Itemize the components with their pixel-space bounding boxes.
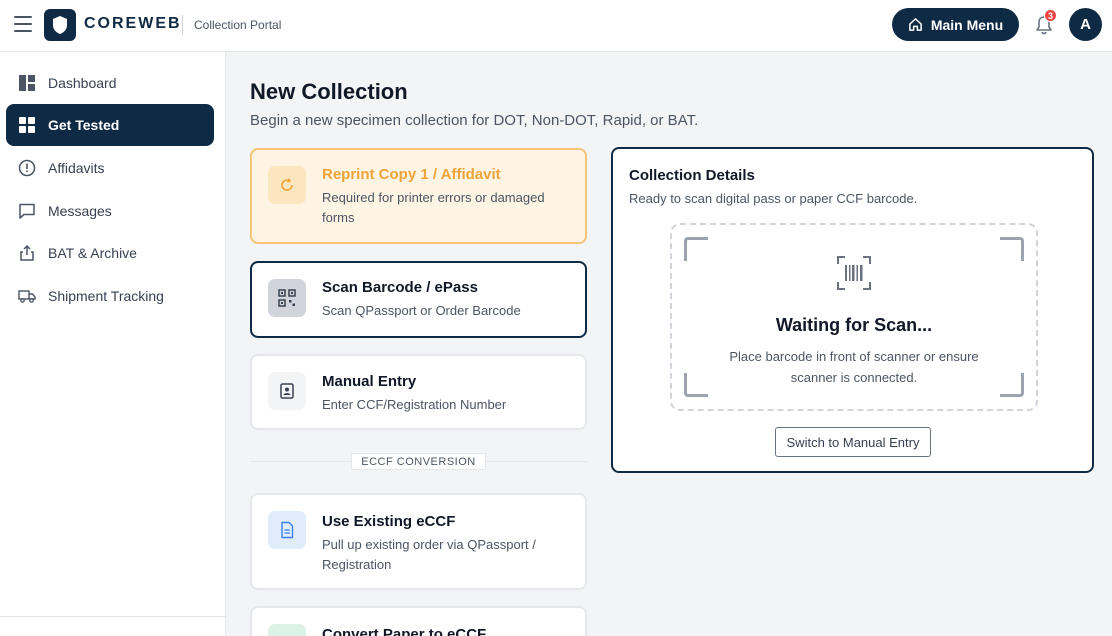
brand-name: COREWEB <box>84 15 182 32</box>
scan-corner <box>1000 373 1024 397</box>
manual-entry-card[interactable]: Manual Entry Enter CCF/Registration Numb… <box>250 354 587 430</box>
panel-subtitle: Ready to scan digital pass or paper CCF … <box>629 191 918 206</box>
panel-title: Collection Details <box>629 167 755 184</box>
dashboard-icon <box>18 74 36 92</box>
card-description: Scan QPassport or Order Barcode <box>322 303 521 318</box>
brand-divider <box>182 15 183 35</box>
use-existing-eccf-card[interactable]: Use Existing eCCF Pull up existing order… <box>250 493 587 590</box>
barcode-scan-icon <box>837 256 871 290</box>
notification-badge: 3 <box>1044 9 1057 22</box>
card-description: Pull up existing order via QPassport / R… <box>322 537 536 572</box>
reprint-affidavit-card[interactable]: Reprint Copy 1 / Affidavit Required for … <box>250 148 587 244</box>
truck-icon <box>18 287 36 305</box>
home-icon <box>908 18 922 31</box>
page-title: New Collection <box>250 79 408 104</box>
sidebar-item-dashboard[interactable]: Dashboard <box>6 62 214 104</box>
scan-corner <box>684 237 708 261</box>
sidebar-item-bat-archive[interactable]: BAT & Archive <box>6 232 214 274</box>
top-header: COREWEB Collection Portal Main Menu 3 A <box>0 0 1112 52</box>
sidebar-item-shipment-tracking[interactable]: Shipment Tracking <box>6 275 214 317</box>
card-title: Manual Entry <box>322 373 417 390</box>
sidebar-item-get-tested[interactable]: Get Tested <box>6 104 214 146</box>
share-icon <box>18 244 36 262</box>
scan-corner <box>1000 237 1024 261</box>
collection-details-panel: Collection Details Ready to scan digital… <box>611 147 1094 473</box>
card-title: Convert Paper to eCCF <box>322 626 487 636</box>
convert-icon <box>268 624 306 636</box>
scan-corner <box>684 373 708 397</box>
grid-icon <box>18 116 36 134</box>
id-card-icon <box>268 372 306 410</box>
waiting-title: Waiting for Scan... <box>775 315 933 335</box>
sidebar-divider <box>0 616 226 617</box>
waiting-description: Place barcode in front of scanner or ens… <box>729 349 979 385</box>
sidebar: Dashboard Get Tested Affidavits Messages… <box>0 52 226 636</box>
document-icon <box>268 511 306 549</box>
refresh-icon <box>268 166 306 204</box>
sidebar-item-label: Dashboard <box>48 75 117 91</box>
card-title: Reprint Copy 1 / Affidavit <box>322 166 501 183</box>
shield-logo-icon <box>44 9 76 41</box>
page-subtitle: Begin a new specimen collection for DOT,… <box>250 112 699 129</box>
sidebar-item-affidavits[interactable]: Affidavits <box>6 147 214 189</box>
scan-zone: Waiting for Scan... Place barcode in fro… <box>670 223 1038 411</box>
convert-paper-card[interactable]: Convert Paper to eCCF <box>250 606 587 636</box>
section-label: ECCF CONVERSION <box>351 453 486 470</box>
portal-name: Collection Portal <box>194 18 282 32</box>
card-description: Required for printer errors or damaged f… <box>322 190 545 225</box>
sidebar-item-label: Shipment Tracking <box>48 288 164 304</box>
sidebar-item-messages[interactable]: Messages <box>6 190 214 232</box>
main-menu-button[interactable]: Main Menu <box>892 8 1019 41</box>
scan-barcode-card[interactable]: Scan Barcode / ePass Scan QPassport or O… <box>250 261 587 338</box>
message-icon <box>18 202 36 220</box>
card-description: Enter CCF/Registration Number <box>322 397 507 412</box>
switch-to-manual-button[interactable]: Switch to Manual Entry <box>775 427 931 457</box>
card-title: Scan Barcode / ePass <box>322 279 478 296</box>
avatar[interactable]: A <box>1069 8 1102 41</box>
sidebar-item-label: Affidavits <box>48 160 105 176</box>
menu-icon[interactable] <box>14 16 32 32</box>
card-title: Use Existing eCCF <box>322 513 456 530</box>
sidebar-item-label: BAT & Archive <box>48 245 137 261</box>
alert-circle-icon <box>18 159 36 177</box>
sidebar-item-label: Messages <box>48 203 112 219</box>
qr-code-icon <box>268 279 306 317</box>
sidebar-item-label: Get Tested <box>48 117 120 133</box>
main-menu-label: Main Menu <box>930 16 1004 33</box>
